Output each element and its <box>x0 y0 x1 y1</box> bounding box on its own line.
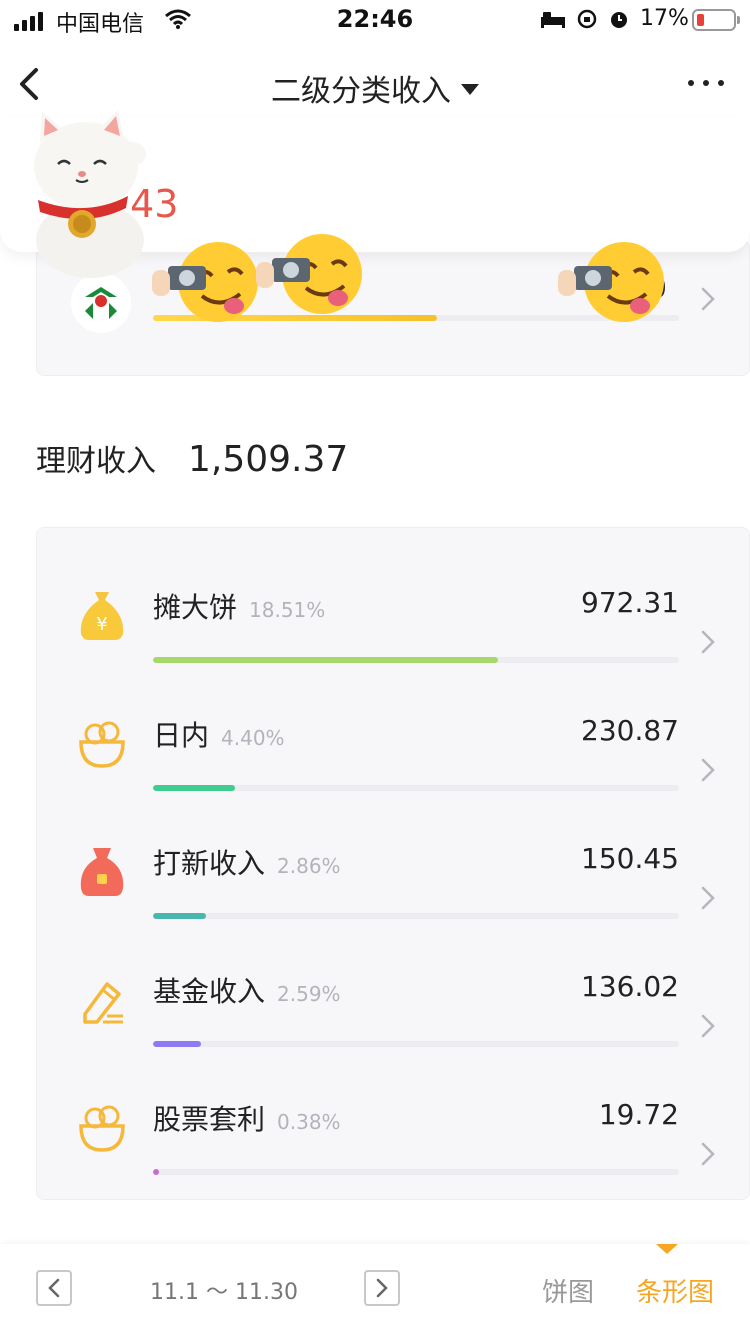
progress-bar-fill <box>153 657 499 663</box>
item-amount: 136.02 <box>581 970 679 1003</box>
camera-emoji-sticker-icon <box>558 242 664 322</box>
battery-percentage: 17% <box>640 6 689 31</box>
progress-bar-track <box>153 1169 679 1175</box>
progress-bar-track <box>153 913 679 919</box>
item-name: 摊大饼 18.51% <box>153 591 326 624</box>
alarm-icon <box>611 12 627 28</box>
progress-bar-fill <box>153 785 236 791</box>
item-percentage: 4.40% <box>221 726 285 750</box>
category-title-dropdown[interactable]: 二级分类收入 <box>0 66 750 110</box>
progress-bar-track <box>153 785 679 791</box>
item-percentage: 2.86% <box>277 854 341 878</box>
bank-logo-icon <box>71 273 131 333</box>
chevron-right-icon <box>701 886 715 910</box>
chevron-right-icon <box>701 630 715 654</box>
category-list: ¥ 摊大饼 18.51% 972.31 日内 4.40% 230.87 打新收入 2.… <box>36 527 750 1200</box>
status-time: 22:46 <box>336 5 414 33</box>
list-item[interactable]: 打新收入 2.86% 150.45 <box>37 814 750 942</box>
status-bar: 中国电信 22:46 17% <box>0 0 750 44</box>
money-bag-icon: ¥ <box>80 592 124 640</box>
item-amount: 150.45 <box>581 842 679 875</box>
page-title: 二级分类收入 <box>271 74 451 109</box>
next-period-button[interactable] <box>364 1270 400 1306</box>
item-percentage: 2.59% <box>277 982 341 1006</box>
svg-text:¥: ¥ <box>96 614 107 635</box>
previous-period-button[interactable] <box>36 1270 72 1306</box>
list-item[interactable]: 基金收入 2.59% 136.02 <box>37 942 750 1070</box>
list-item[interactable]: ¥ 摊大饼 18.51% 972.31 <box>37 558 750 686</box>
chevron-left-icon <box>48 1278 60 1298</box>
system-icons <box>540 8 630 30</box>
active-tab-indicator <box>656 1244 678 1254</box>
caret-down-icon <box>461 84 479 95</box>
tab-pie-chart[interactable]: 饼图 <box>542 1272 594 1309</box>
progress-bar-fill <box>153 913 207 919</box>
progress-bar-track <box>153 657 679 663</box>
section-label: 理财收入 <box>36 444 156 479</box>
item-amount: 972.31 <box>581 586 679 619</box>
coin-bowl-icon <box>79 721 125 768</box>
battery-icon <box>692 9 740 31</box>
bottom-bar: 11.1 ～ 11.30 饼图 条形图 <box>0 1244 750 1332</box>
section-header: 理财收入 1,509.37 <box>36 436 348 480</box>
chevron-right-icon <box>376 1278 388 1298</box>
item-name: 日内 4.40% <box>153 719 285 752</box>
chevron-right-icon <box>701 1142 715 1166</box>
progress-bar-fill <box>153 1169 160 1175</box>
rotation-lock-icon <box>577 9 597 29</box>
progress-bar-fill <box>153 1041 202 1047</box>
item-percentage: 18.51% <box>249 598 326 622</box>
item-amount: 19.72 <box>598 1098 679 1131</box>
item-name: 基金收入 2.59% <box>153 975 341 1008</box>
pencil-note-icon <box>83 982 123 1024</box>
chevron-right-icon <box>701 758 715 782</box>
chevron-right-icon <box>701 287 715 311</box>
camera-emoji-sticker-icon <box>152 242 258 322</box>
item-percentage: 0.38% <box>277 1110 341 1134</box>
coin-bowl-icon <box>79 1105 125 1152</box>
item-name: 打新收入 2.86% <box>153 847 341 880</box>
item-name: 股票套利 0.38% <box>153 1103 341 1136</box>
section-total: 1,509.37 <box>188 439 349 480</box>
more-options-icon[interactable] <box>688 80 724 86</box>
camera-emoji-sticker-icon <box>256 234 362 314</box>
progress-bar-track <box>153 1041 679 1047</box>
item-amount: 230.87 <box>581 714 679 747</box>
red-pouch-icon <box>80 848 124 896</box>
list-item[interactable]: 日内 4.40% 230.87 <box>37 686 750 814</box>
list-item[interactable]: 股票套利 0.38% 19.72 <box>37 1070 750 1198</box>
date-range[interactable]: 11.1 ～ 11.30 <box>150 1274 298 1306</box>
lucky-cat-sticker-icon <box>34 110 146 278</box>
chevron-right-icon <box>701 1014 715 1038</box>
tab-bar-chart[interactable]: 条形图 <box>636 1272 714 1309</box>
bed-icon <box>541 12 565 28</box>
